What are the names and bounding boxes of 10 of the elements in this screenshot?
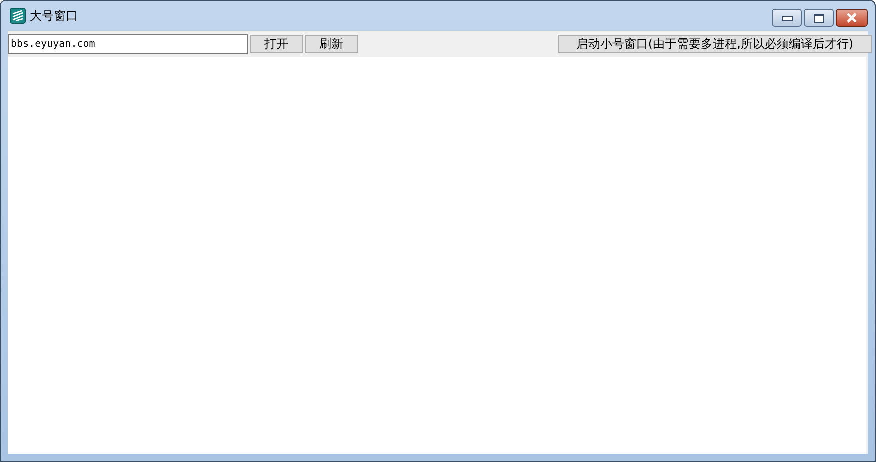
minimize-button[interactable] [772,9,802,27]
close-button[interactable] [836,9,868,27]
launch-window-button[interactable]: 启动小号窗口(由于需要多进程,所以必须编译后才行) [558,35,872,53]
window-title: 大号窗口 [30,8,78,24]
close-icon [846,13,858,23]
app-icon [10,8,26,24]
maximize-button[interactable] [804,9,834,27]
toolbar-button[interactable]: 打开 [250,35,303,53]
toolbar-button[interactable]: 刷新 [305,35,358,53]
url-field[interactable]: bbs.eyuyan.com [8,34,248,54]
